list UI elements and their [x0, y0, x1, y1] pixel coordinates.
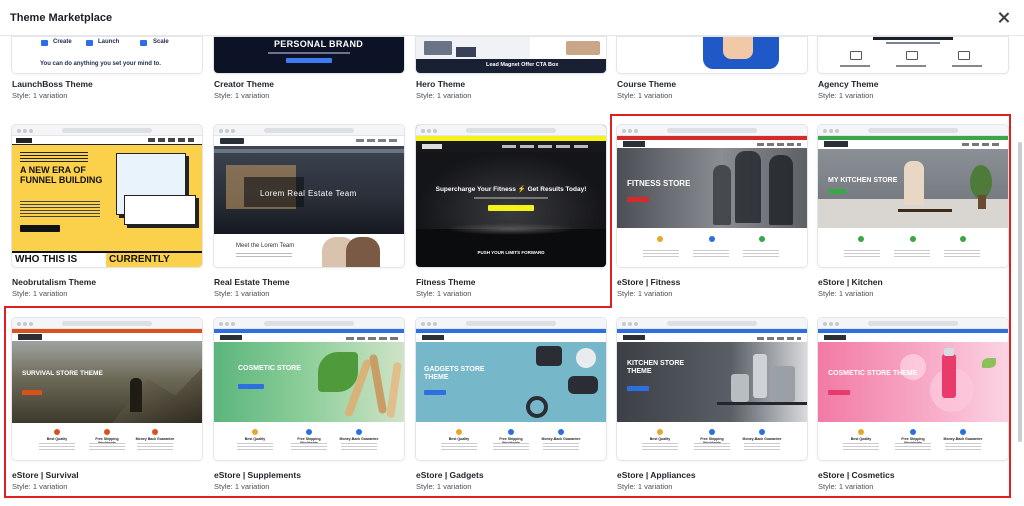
preview-footer-text: PUSH YOUR LIMITS FORWARD	[477, 250, 545, 255]
theme-name: Fitness Theme	[416, 277, 476, 287]
theme-style: Style: 1 variation	[214, 482, 270, 491]
preview-headline: A NEW ERA OF FUNNEL BUILDING	[20, 165, 103, 185]
feature-label: Best Quality	[244, 437, 266, 441]
feature-label: Money Back Guarantee	[135, 437, 175, 441]
preview-headline: Supercharge Your Fitness ⚡ Get Results T…	[435, 186, 587, 193]
feature-label: Money-Back Guarantee	[339, 437, 379, 441]
preview-headline: KITCHEN STORE THEME	[627, 360, 685, 375]
theme-name: eStore | Gadgets	[416, 470, 484, 480]
theme-style: Style: 1 variation	[12, 289, 68, 298]
preview-headline: Lead Magnet Offer CTA Box	[486, 62, 559, 68]
preview-headline: GADGETS STORE THEME	[424, 366, 485, 381]
theme-preview[interactable]: Lead Magnet Offer CTA Box	[416, 37, 606, 73]
theme-style: Style: 1 variation	[214, 91, 270, 100]
theme-name: Neobrutalism Theme	[12, 277, 97, 287]
feature-label: Money-Back Guarantee	[742, 437, 782, 441]
theme-name: eStore | Supplements	[214, 470, 301, 480]
theme-preview[interactable]: A NEW ERA OF FUNNEL BUILDING WHO THIS IS…	[12, 125, 202, 267]
theme-style: Style: 1 variation	[818, 482, 874, 491]
theme-name: eStore | Fitness	[617, 277, 681, 287]
preview-headline: Lorem Real Estate Team	[260, 189, 357, 198]
theme-preview[interactable]: Supercharge Your Fitness ⚡ Get Results T…	[416, 125, 606, 267]
feature-label: Best Quality	[448, 437, 470, 441]
theme-name: eStore | Cosmetics	[818, 470, 895, 480]
preview-tagline: You can do anything you set your mind to…	[40, 61, 161, 67]
theme-style: Style: 1 variation	[12, 482, 68, 491]
feature-label: Money-Back Guarantee	[943, 437, 983, 441]
theme-preview[interactable]: KITCHEN STORE THEME FITNESS STORE	[617, 125, 807, 267]
theme-name: Course Theme	[617, 79, 677, 89]
theme-name: Agency Theme	[818, 79, 879, 89]
preview-headline: COSMETIC STORE	[238, 365, 301, 372]
theme-preview[interactable]	[818, 37, 1008, 73]
theme-name: eStore | Kitchen	[818, 277, 883, 287]
preview-headline: PERSONAL BRAND	[274, 39, 364, 49]
feature-label: Best Quality	[850, 437, 872, 441]
rocket-icon	[41, 40, 48, 46]
modal-title: Theme Marketplace	[10, 11, 113, 24]
theme-preview[interactable]	[617, 37, 807, 73]
theme-style: Style: 1 variation	[617, 91, 673, 100]
theme-name: LaunchBoss Theme	[12, 79, 93, 89]
theme-style: Style: 1 variation	[617, 289, 673, 298]
theme-style: Style: 1 variation	[818, 91, 874, 100]
feature-label: Best Quality	[649, 437, 671, 441]
modal-header: Theme Marketplace	[0, 0, 1024, 36]
preview-headline: SURVIVAL STORE THEME	[22, 370, 103, 377]
theme-style: Style: 1 variation	[214, 289, 270, 298]
scale-icon	[140, 40, 147, 46]
theme-style: Style: 1 variation	[416, 482, 472, 491]
theme-marketplace-modal: Create Launch Scale You can do anything …	[0, 0, 1024, 506]
preview-footer-text: WHO THIS IS	[15, 254, 78, 265]
preview-word: Create	[53, 39, 72, 45]
feature-label: Money-Back Guarantee	[541, 437, 581, 441]
theme-style: Style: 1 variation	[416, 289, 472, 298]
preview-subheadline: Meet the Lorem Team	[236, 243, 295, 249]
preview-word: Scale	[153, 39, 169, 45]
theme-name: eStore | Survival	[12, 470, 79, 480]
theme-preview[interactable]: Lorem Real Estate Team Meet the Lorem Te…	[214, 125, 404, 267]
theme-preview[interactable]: SURVIVAL STORE THEME Best Quality Free S…	[12, 318, 202, 460]
preview-headline: MY KITCHEN STORE	[828, 177, 898, 184]
theme-preview[interactable]: MY KITCHEN STORE	[818, 125, 1008, 267]
theme-preview[interactable]: PERSONAL BRAND	[214, 37, 404, 73]
preview-footer-text: CURRENTLY	[109, 254, 170, 265]
preview-headline: FITNESS STORE	[627, 179, 691, 188]
theme-preview[interactable]: GADGETS STORE THEME Best Quality Free Sh…	[416, 318, 606, 460]
theme-name: eStore | Appliances	[617, 470, 696, 480]
theme-style: Style: 1 variation	[818, 289, 874, 298]
preview-word: Launch	[98, 39, 120, 45]
theme-preview[interactable]: Create Launch Scale You can do anything …	[12, 37, 202, 73]
launch-icon	[86, 40, 93, 46]
theme-name: Real Estate Theme	[214, 277, 290, 287]
theme-style: Style: 1 variation	[12, 91, 68, 100]
scrollbar[interactable]	[1018, 142, 1022, 442]
feature-label: Best Quality	[46, 437, 68, 441]
theme-name: Creator Theme	[214, 79, 274, 89]
preview-headline: COSMETIC STORE THEME	[828, 370, 918, 377]
theme-preview[interactable]: KITCHEN STORE THEME Best Quality Free Sh…	[617, 318, 807, 460]
theme-preview[interactable]: COSMETIC STORE THEME Best Quality Free S…	[818, 318, 1008, 460]
theme-style: Style: 1 variation	[416, 91, 472, 100]
theme-preview[interactable]: COSMETIC STORE Best Quality Free Shippin…	[214, 318, 404, 460]
theme-style: Style: 1 variation	[617, 482, 673, 491]
theme-name: Hero Theme	[416, 79, 466, 89]
close-icon[interactable]	[996, 10, 1012, 26]
